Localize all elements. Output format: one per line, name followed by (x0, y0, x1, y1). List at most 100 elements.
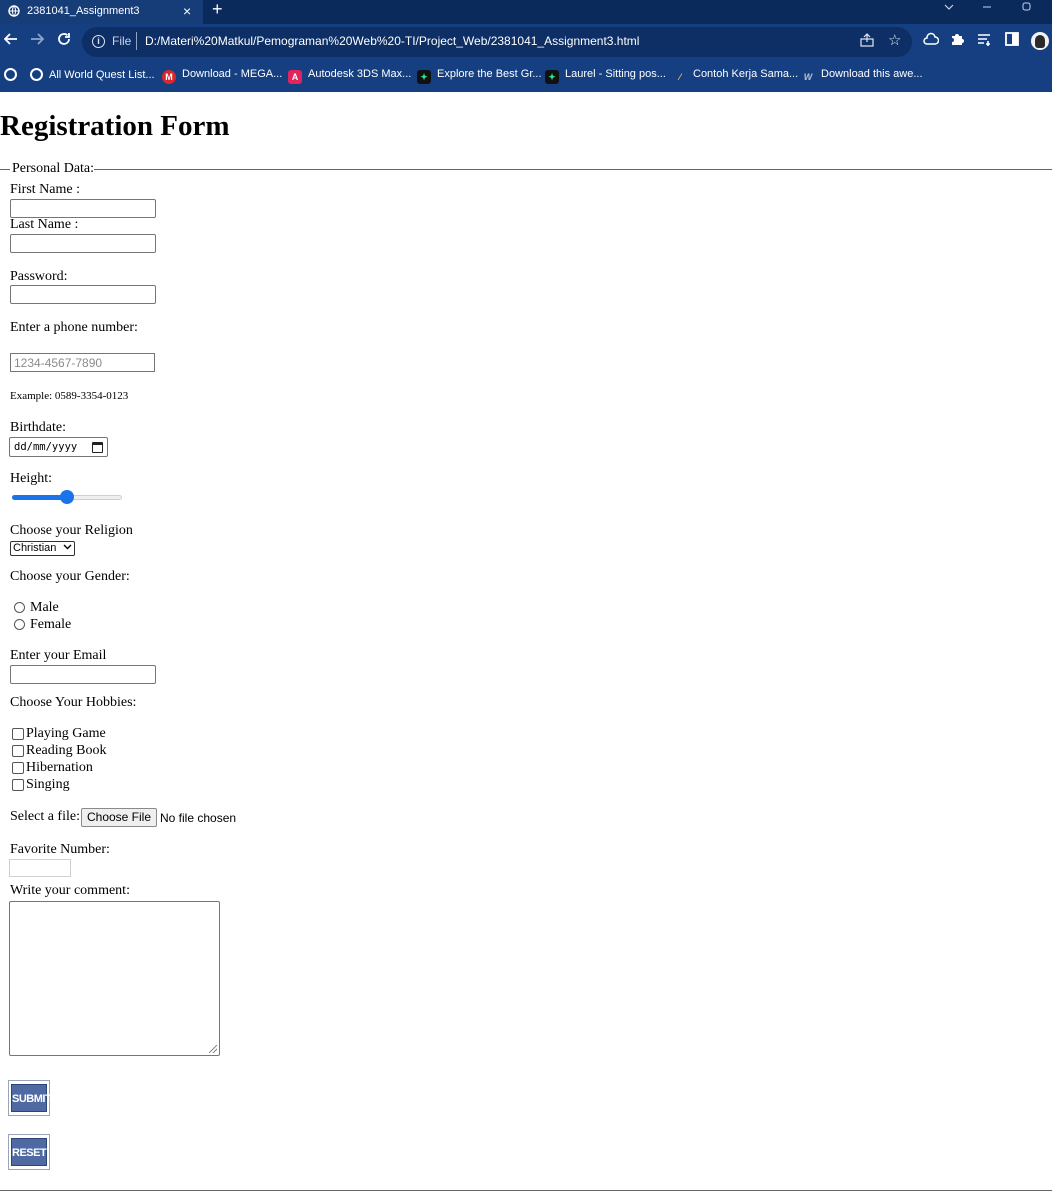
gender-male-radio[interactable] (14, 602, 25, 613)
page-title: Registration Form (0, 110, 230, 142)
hobby-checkbox[interactable] (12, 745, 24, 757)
close-tab-icon[interactable]: × (183, 3, 191, 19)
fieldset-border (94, 169, 1052, 170)
first-name-input[interactable] (10, 199, 156, 218)
gender-label: Choose your Gender: (10, 569, 130, 584)
bookmark-label: Explore the Best Gr... (437, 68, 542, 80)
extension-cloud-icon[interactable] (923, 32, 940, 50)
hobbies-label: Choose Your Hobbies: (10, 695, 137, 710)
extensions-puzzle-icon[interactable] (950, 32, 964, 50)
share-icon[interactable] (860, 33, 874, 51)
fieldset-border (0, 169, 10, 170)
slider-thumb[interactable] (60, 490, 74, 504)
reload-icon[interactable] (57, 32, 71, 50)
last-name-input[interactable] (10, 234, 156, 253)
file-status: No file chosen (160, 811, 237, 825)
religion-selected: Christian (13, 542, 57, 554)
submit-button[interactable]: SUBMIT (8, 1080, 52, 1116)
favorite-number-input[interactable] (9, 859, 71, 877)
bookmark-star-icon[interactable]: ☆ (888, 31, 901, 49)
fieldset-legend: Personal Data: (12, 161, 95, 176)
hobby-checkbox[interactable] (12, 762, 24, 774)
religion-select[interactable]: Christian (10, 541, 75, 556)
bookmark-label: Autodesk 3DS Max... (308, 68, 412, 80)
gender-female-label: Female (30, 617, 72, 632)
phone-input[interactable]: 1234-4567-7890 (10, 353, 155, 372)
reset-button[interactable]: RESET (8, 1134, 50, 1170)
mega-icon: M (162, 70, 176, 84)
height-slider[interactable] (12, 490, 122, 504)
phone-label: Enter a phone number: (10, 320, 138, 335)
bookmark-item[interactable]: M Download - MEGA... (162, 68, 282, 84)
side-panel-icon[interactable] (1005, 32, 1019, 50)
hobby-label: Playing Game (26, 726, 106, 741)
hobby-label: Singing (26, 777, 70, 792)
back-icon[interactable] (3, 32, 18, 50)
hobby-checkbox[interactable] (12, 728, 24, 740)
forward-icon[interactable] (30, 32, 45, 50)
hobby-label: Reading Book (26, 743, 107, 758)
favorite-number-label: Favorite Number: (10, 842, 110, 857)
minimize-icon[interactable] (982, 2, 992, 15)
globe-icon (8, 5, 20, 20)
envato-icon: ✦ (545, 70, 559, 84)
birthdate-value: dd/mm/yyyy (14, 441, 78, 453)
bookmark-label: Download - MEGA... (182, 68, 283, 80)
url-scheme: File (112, 34, 132, 48)
height-label: Height: (10, 471, 52, 486)
password-label: Password: (10, 269, 68, 284)
reading-list-icon[interactable] (977, 32, 991, 50)
password-input[interactable] (10, 285, 156, 304)
email-input[interactable] (10, 665, 156, 684)
bookmark-item[interactable]: ✦ Laurel - Sitting pos... (545, 68, 666, 84)
bookmark-label: Laurel - Sitting pos... (565, 68, 666, 80)
submit-label: SUBMIT (11, 1084, 52, 1112)
gender-male-label: Male (30, 600, 59, 615)
calendar-icon[interactable] (92, 442, 103, 453)
url-divider (136, 32, 137, 50)
fieldset-border-bottom (0, 1190, 1052, 1191)
url-text[interactable]: D:/Materi%20Matkul/Pemograman%20Web%20-T… (145, 34, 639, 48)
gender-female-radio[interactable] (14, 619, 25, 630)
browser-tab[interactable]: 2381041_Assignment3 × (0, 0, 203, 24)
email-label: Enter your Email (10, 648, 107, 663)
slider-fill (12, 495, 67, 500)
chevron-down-icon (63, 542, 72, 555)
last-name-label: Last Name : (10, 217, 79, 232)
hobby-label: Hibernation (26, 760, 93, 775)
bookmarks-bar: All World Quest List... M Download - MEGA… (0, 61, 1052, 92)
dash-icon: ⁄ (679, 72, 681, 82)
bookmark-item[interactable]: ⁄ Contoh Kerja Sama... (673, 68, 798, 84)
apps-globe-icon[interactable] (4, 68, 23, 81)
bookmark-label: Download this awe... (821, 68, 923, 80)
page-content: Registration Form Personal Data: First N… (0, 92, 1052, 1198)
profile-avatar[interactable] (1031, 32, 1049, 50)
birthdate-label: Birthdate: (10, 420, 66, 435)
comment-textarea[interactable] (9, 901, 220, 1056)
choose-file-button[interactable]: Choose File (81, 808, 157, 827)
phone-example: Example: 0589-3354-0123 (10, 390, 129, 402)
new-tab-button[interactable]: + (212, 0, 223, 18)
resize-handle[interactable] (209, 1045, 217, 1053)
religion-label: Choose your Religion (10, 523, 133, 538)
address-bar[interactable]: i File D:/Materi%20Matkul/Pemograman%20W… (82, 27, 912, 57)
info-icon[interactable]: i (92, 35, 105, 48)
first-name-label: First Name : (10, 182, 80, 197)
bookmark-item[interactable]: W Download this awe... (801, 68, 923, 84)
bookmark-item[interactable]: ✦ Explore the Best Gr... (417, 68, 542, 84)
w-icon: W (803, 72, 813, 82)
bookmark-item[interactable]: A Autodesk 3DS Max... (288, 68, 411, 84)
browser-toolbar: i File D:/Materi%20Matkul/Pemograman%20W… (0, 24, 1052, 61)
bookmark-item[interactable]: All World Quest List... (30, 68, 155, 81)
envato-icon: ✦ (417, 70, 431, 84)
bookmark-label: Contoh Kerja Sama... (693, 68, 799, 80)
tab-strip: 2381041_Assignment3 × + (0, 0, 1052, 24)
file-label: Select a file: (10, 809, 80, 824)
hobby-checkbox[interactable] (12, 779, 24, 791)
restore-icon[interactable] (1021, 2, 1031, 15)
tab-search-icon[interactable] (944, 2, 954, 15)
autodesk-icon: A (288, 70, 302, 84)
reset-label: RESET (11, 1138, 47, 1166)
comment-label: Write your comment: (10, 883, 130, 898)
birthdate-input[interactable]: dd/mm/yyyy (9, 437, 108, 457)
